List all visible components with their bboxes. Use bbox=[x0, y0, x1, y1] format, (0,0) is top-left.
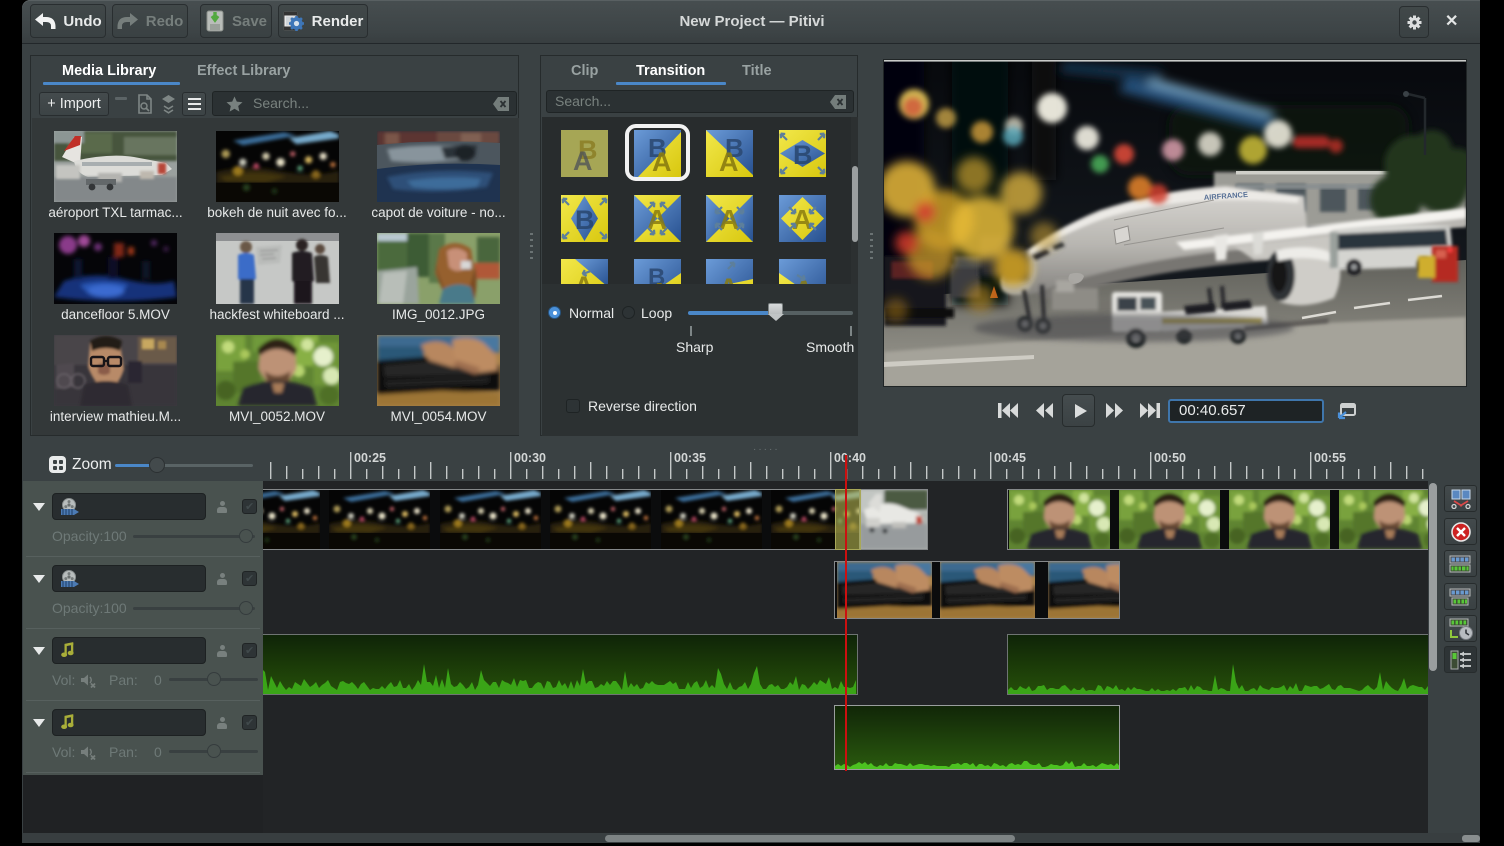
svg-text:00:35: 00:35 bbox=[674, 451, 706, 465]
svg-text:A: A bbox=[719, 147, 739, 177]
svg-text:B: B bbox=[575, 205, 595, 235]
svg-text:00:50: 00:50 bbox=[1154, 451, 1186, 465]
svg-text:00:40: 00:40 bbox=[834, 451, 866, 465]
svg-text:00:45: 00:45 bbox=[994, 451, 1026, 465]
svg-text:A: A bbox=[719, 273, 739, 284]
svg-text:A: A bbox=[650, 277, 669, 284]
svg-text:A: A bbox=[719, 204, 739, 235]
svg-text:00:30: 00:30 bbox=[514, 451, 546, 465]
svg-text:B: B bbox=[793, 140, 813, 170]
svg-text:00:25: 00:25 bbox=[354, 451, 386, 465]
svg-text:A: A bbox=[792, 204, 812, 235]
svg-text:A: A bbox=[573, 146, 593, 176]
svg-text:00:55: 00:55 bbox=[1314, 451, 1346, 465]
